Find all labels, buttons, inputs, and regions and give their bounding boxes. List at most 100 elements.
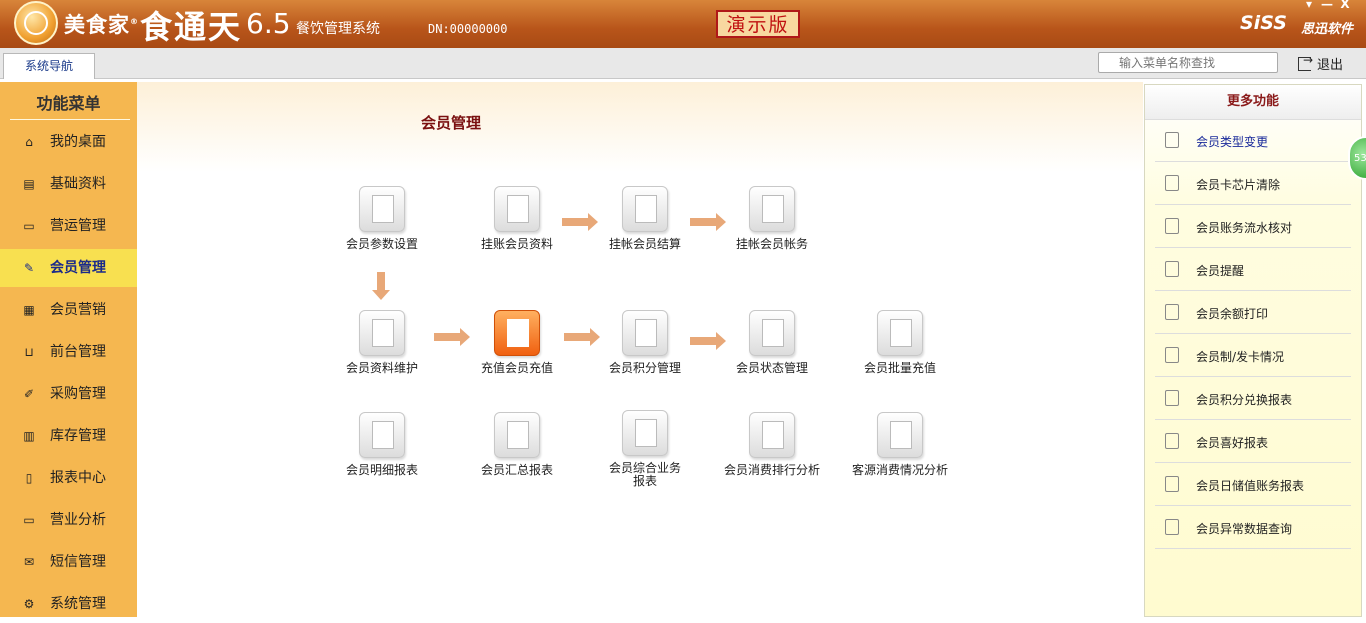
sidebar-item[interactable]: ▭ 营运管理 xyxy=(0,207,137,245)
module-label[interactable]: 会员状态管理 xyxy=(707,362,837,375)
product-name: 食通天 xyxy=(140,8,243,46)
module-label[interactable]: 会员积分管理 xyxy=(580,362,710,375)
module-label[interactable]: 挂帐会员帐务 xyxy=(707,238,837,251)
minimize-button[interactable]: — xyxy=(1318,0,1336,11)
module-item[interactable]: 会员资料维护 xyxy=(317,310,447,375)
batch-invoice-icon[interactable] xyxy=(877,310,923,356)
settings-user-icon[interactable] xyxy=(359,186,405,232)
more-function-item[interactable]: 会员提醒 xyxy=(1155,248,1351,291)
sidebar-item[interactable]: ✉ 短信管理 xyxy=(0,543,137,581)
sidebar-item-label: 营业分析 xyxy=(50,512,106,528)
sidebar-item[interactable]: ✎ 会员管理 xyxy=(0,249,137,287)
sidebar-item-label: 系统管理 xyxy=(50,596,106,612)
member-card-icon[interactable] xyxy=(359,310,405,356)
module-item[interactable]: 充值会员充值 xyxy=(452,310,582,375)
money-stack-icon[interactable] xyxy=(749,186,795,232)
close-button[interactable]: X xyxy=(1336,0,1354,11)
more-function-item[interactable]: 会员类型变更 xyxy=(1155,119,1351,162)
flow-arrow xyxy=(434,328,470,346)
more-function-item[interactable]: 会员余额打印 xyxy=(1155,291,1351,334)
module-item[interactable]: 会员汇总报表 xyxy=(452,412,582,477)
filter-icon xyxy=(1165,433,1179,449)
sidebar-item[interactable]: ✐ 采购管理 xyxy=(0,375,137,413)
gear-icon: ⚙ xyxy=(23,597,35,611)
module-label[interactable]: 挂帐会员结算 xyxy=(580,238,710,251)
more-function-item[interactable]: 会员喜好报表 xyxy=(1155,420,1351,463)
store-icon: ▥ xyxy=(23,429,35,443)
company-name: 思迅软件 xyxy=(1301,22,1354,37)
more-function-item[interactable]: 会员账务流水核对 xyxy=(1155,205,1351,248)
calculator-icon: ▦ xyxy=(23,303,35,317)
search-report-icon[interactable] xyxy=(877,412,923,458)
title-bar: 美食家® 食通天 6.5 餐饮管理系统 DN:00000000 演示版 SiSS… xyxy=(0,0,1366,48)
module-label[interactable]: 客源消费情况分析 xyxy=(835,464,965,477)
clipboard-icon xyxy=(1165,304,1179,320)
sidebar-item-label: 基础资料 xyxy=(50,176,106,192)
printer-icon[interactable] xyxy=(622,410,668,456)
tab-system-navigation[interactable]: 系统导航 xyxy=(3,53,95,79)
more-function-item[interactable]: 会员积分兑换报表 xyxy=(1155,377,1351,420)
wrench-icon: ✐ xyxy=(23,387,35,401)
module-item[interactable]: 会员状态管理 xyxy=(707,310,837,375)
device-number: DN:00000000 xyxy=(428,22,508,36)
module-label[interactable]: 会员参数设置 xyxy=(317,238,447,251)
home-icon: ⌂ xyxy=(25,135,33,149)
module-item[interactable]: 会员综合业务报表 xyxy=(580,410,710,488)
module-item[interactable]: 会员批量充值 xyxy=(835,310,965,375)
edit-icon: ✎ xyxy=(23,261,35,275)
module-label[interactable]: 会员综合业务报表 xyxy=(605,462,685,488)
search-icon xyxy=(1165,476,1179,492)
exit-button[interactable]: 退出 xyxy=(1298,53,1343,73)
more-function-item[interactable]: 会员制/发卡情况 xyxy=(1155,334,1351,377)
module-label[interactable]: 会员汇总报表 xyxy=(452,464,582,477)
invoice-icon[interactable] xyxy=(622,186,668,232)
more-function-label: 会员制/发卡情况 xyxy=(1196,350,1285,364)
mail-icon: ✉ xyxy=(23,555,35,569)
money-icon[interactable] xyxy=(494,186,540,232)
folder-icon: ▭ xyxy=(23,219,35,233)
dropdown-icon[interactable]: ▾ xyxy=(1300,0,1318,11)
sidebar-item[interactable]: ⌂ 我的桌面 xyxy=(0,123,137,161)
sidebar-item[interactable]: ▯ 报表中心 xyxy=(0,459,137,497)
sidebar-item-label: 会员管理 xyxy=(50,260,106,276)
recharge-document-icon[interactable] xyxy=(494,310,540,356)
module-label[interactable]: 会员资料维护 xyxy=(317,362,447,375)
module-label[interactable]: 会员消费排行分析 xyxy=(707,464,837,477)
sidebar-item[interactable]: ▦ 会员营销 xyxy=(0,291,137,329)
sidebar-item[interactable]: ⊔ 前台管理 xyxy=(0,333,137,371)
brand-logo-icon xyxy=(14,1,58,45)
module-label[interactable]: 会员明细报表 xyxy=(317,464,447,477)
search-icon xyxy=(1165,175,1179,191)
module-item[interactable]: 客源消费情况分析 xyxy=(835,412,965,477)
module-label[interactable]: 充值会员充值 xyxy=(452,362,582,375)
growth-chart-icon[interactable] xyxy=(622,310,668,356)
clipboard-icon xyxy=(1165,390,1179,406)
more-function-item[interactable]: 会员日储值账务报表 xyxy=(1155,463,1351,506)
function-menu-title: 功能菜单 xyxy=(36,94,101,113)
module-item[interactable]: 会员消费排行分析 xyxy=(707,412,837,477)
more-function-label: 会员异常数据查询 xyxy=(1196,522,1293,536)
more-function-item[interactable]: 会员异常数据查询 xyxy=(1155,506,1351,549)
module-item[interactable]: 会员明细报表 xyxy=(317,412,447,477)
more-functions-panel: 更多功能 会员类型变更 会员卡芯片清除 会员账务流水核对 会员提醒 会员余额打印会员制/… xyxy=(1144,84,1362,617)
module-label[interactable]: 挂账会员资料 xyxy=(452,238,582,251)
sidebar-item[interactable]: ▥ 库存管理 xyxy=(0,417,137,455)
star-report-icon[interactable] xyxy=(359,412,405,458)
window-controls: ▾ — X xyxy=(1300,0,1354,11)
sidebar-item[interactable]: ▭ 营业分析 xyxy=(0,501,137,539)
sidebar-item[interactable]: ⚙ 系统管理 xyxy=(0,585,137,623)
card-icon xyxy=(1165,519,1179,535)
sidebar-item-label: 我的桌面 xyxy=(50,134,106,150)
sidebar-item[interactable]: ▤ 基础资料 xyxy=(0,165,137,203)
search-report-icon[interactable] xyxy=(494,412,540,458)
module-label[interactable]: 会员批量充值 xyxy=(835,362,965,375)
module-item[interactable]: 会员参数设置 xyxy=(317,186,447,251)
module-item[interactable]: 挂帐会员帐务 xyxy=(707,186,837,251)
star-report-icon[interactable] xyxy=(749,412,795,458)
tab-bar: 系统导航 退出 xyxy=(0,48,1366,79)
more-functions-title: 更多功能 xyxy=(1145,85,1361,120)
status-chart-icon[interactable] xyxy=(749,310,795,356)
menu-search-input[interactable] xyxy=(1098,52,1278,73)
more-function-item[interactable]: 会员卡芯片清除 xyxy=(1155,162,1351,205)
card-icon xyxy=(1165,218,1179,234)
